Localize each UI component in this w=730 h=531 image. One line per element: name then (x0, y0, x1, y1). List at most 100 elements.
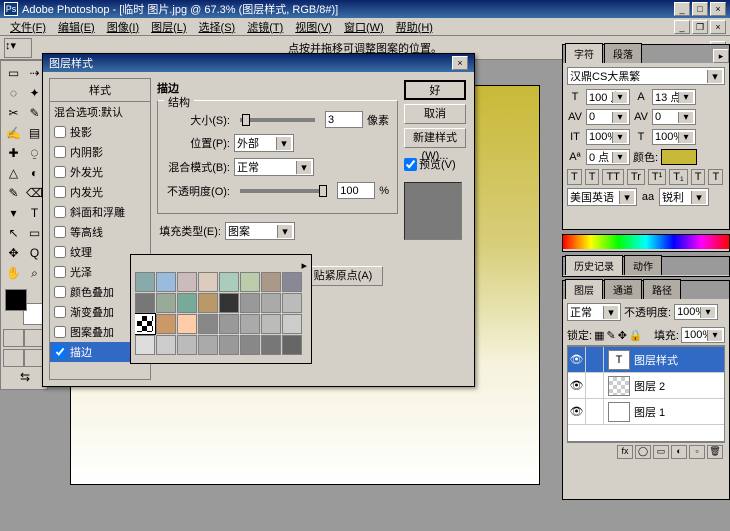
pattern-cell[interactable] (135, 314, 155, 334)
lock-pixels-icon[interactable]: ▦ (594, 329, 604, 342)
lock-move-icon[interactable]: ✥ (618, 329, 627, 342)
lock-all-icon[interactable]: 🔒 (629, 329, 643, 342)
dialog-close-button[interactable]: × (452, 56, 468, 70)
menu-window[interactable]: 窗口(W) (338, 19, 390, 35)
tab-paths[interactable]: 路径 (643, 279, 681, 299)
layer-opacity-input[interactable]: 100% (674, 304, 718, 320)
pattern-cell[interactable] (177, 314, 197, 334)
visibility-icon[interactable]: 👁 (568, 399, 586, 424)
pattern-cell[interactable] (156, 335, 176, 355)
delete-layer-button[interactable]: 🗑 (707, 445, 723, 459)
menu-filter[interactable]: 滤镜(T) (241, 19, 289, 35)
screenmode-1-button[interactable] (3, 349, 24, 367)
color-swatch[interactable] (3, 287, 47, 327)
snap-origin-button[interactable]: 贴紧原点(A) (303, 266, 383, 286)
pattern-menu-button[interactable]: ▸ (301, 260, 307, 272)
foreground-color[interactable] (5, 289, 27, 311)
layer-name[interactable]: 图层 2 (634, 378, 665, 394)
tool-button[interactable]: ▾ (3, 203, 24, 223)
pattern-cell[interactable] (261, 335, 281, 355)
hscale-input[interactable]: 100% (652, 129, 696, 145)
color-ramp-panel[interactable] (562, 234, 730, 252)
pattern-cell[interactable] (135, 335, 155, 355)
pattern-cell[interactable] (240, 335, 260, 355)
menu-file[interactable]: 文件(F) (4, 19, 52, 35)
pattern-cell[interactable] (282, 293, 302, 313)
jump-to-button[interactable]: ⇆ (3, 367, 47, 387)
pattern-cell[interactable] (219, 314, 239, 334)
pattern-cell[interactable] (177, 272, 197, 292)
antialias-combo[interactable]: 锐利 (659, 188, 709, 206)
superscript-button[interactable]: T¹ (648, 169, 666, 185)
ok-button[interactable]: 好 (404, 80, 466, 100)
style-item[interactable]: 外发光 (50, 162, 150, 182)
pattern-cell[interactable] (240, 293, 260, 313)
pattern-cell[interactable] (135, 293, 155, 313)
pattern-cell[interactable] (282, 272, 302, 292)
tab-history[interactable]: 历史记录 (565, 255, 623, 275)
doc-close-button[interactable]: × (710, 20, 726, 34)
font-family-combo[interactable]: 汉鼎CS大黑繁 (567, 67, 725, 85)
tab-layers[interactable]: 图层 (565, 279, 603, 299)
menu-image[interactable]: 图像(I) (101, 19, 145, 35)
tool-button[interactable]: ✚ (3, 143, 24, 163)
pattern-cell[interactable] (261, 272, 281, 292)
pattern-cell[interactable] (282, 314, 302, 334)
layer-thumb[interactable] (608, 402, 630, 422)
opacity-input[interactable] (337, 182, 375, 199)
tab-character[interactable]: 字符 (565, 43, 603, 63)
opacity-slider[interactable] (240, 189, 327, 193)
smallcaps-button[interactable]: Tr (627, 169, 645, 185)
mask-button[interactable]: ◯ (635, 445, 651, 459)
style-item[interactable]: 内发光 (50, 182, 150, 202)
tool-button[interactable]: ✍ (3, 123, 24, 143)
pattern-cell[interactable] (177, 335, 197, 355)
visibility-icon[interactable]: 👁 (568, 347, 586, 372)
menu-layer[interactable]: 图层(L) (145, 19, 192, 35)
lock-brush-icon[interactable]: ✎ (606, 329, 615, 342)
active-tool-indicator[interactable]: ↕▾ (4, 38, 32, 58)
subscript-button[interactable]: T₁ (669, 169, 687, 185)
tool-button[interactable]: ▭ (3, 63, 24, 83)
pattern-cell[interactable] (240, 272, 260, 292)
vscale-input[interactable]: 100% (586, 129, 630, 145)
tool-button[interactable]: ◌ (3, 83, 24, 103)
layer-thumb[interactable]: T (608, 350, 630, 370)
new-style-button[interactable]: 新建样式(W)... (404, 128, 466, 148)
tab-actions[interactable]: 动作 (624, 255, 662, 275)
size-slider[interactable] (240, 118, 315, 122)
style-item[interactable]: 等高线 (50, 222, 150, 242)
pattern-cell[interactable] (240, 314, 260, 334)
kerning-input[interactable]: 0 (586, 109, 630, 125)
pattern-cell[interactable] (156, 314, 176, 334)
pattern-cell[interactable] (177, 293, 197, 313)
italic-button[interactable]: T (585, 169, 600, 185)
menu-select[interactable]: 选择(S) (193, 19, 242, 35)
new-layer-button[interactable]: ▫ (689, 445, 705, 459)
tool-button[interactable]: ✎ (3, 183, 24, 203)
layer-name[interactable]: 图层样式 (634, 352, 678, 368)
menu-help[interactable]: 帮助(H) (390, 19, 439, 35)
menu-edit[interactable]: 编辑(E) (52, 19, 101, 35)
layer-blendmode-combo[interactable]: 正常 (567, 303, 621, 321)
fill-input[interactable]: 100% (681, 327, 725, 343)
tool-button[interactable]: ↖ (3, 223, 24, 243)
tab-paragraph[interactable]: 段落 (604, 43, 642, 63)
position-combo[interactable]: 外部 (234, 134, 294, 152)
style-item[interactable]: 内阴影 (50, 142, 150, 162)
tab-channels[interactable]: 通道 (604, 279, 642, 299)
baseline-input[interactable]: 0 点 (586, 149, 630, 165)
visibility-icon[interactable]: 👁 (568, 373, 586, 398)
language-combo[interactable]: 美国英语 (567, 188, 637, 206)
bold-button[interactable]: T (567, 169, 582, 185)
pattern-cell[interactable] (135, 272, 155, 292)
layer-name[interactable]: 图层 1 (634, 404, 665, 420)
pattern-cell[interactable] (198, 272, 218, 292)
blend-options-item[interactable]: 混合选项:默认 (50, 102, 150, 122)
layer-thumb[interactable] (608, 376, 630, 396)
minimize-button[interactable]: _ (674, 2, 690, 16)
pattern-cell[interactable] (198, 293, 218, 313)
leading-input[interactable]: 13 点 (652, 89, 696, 105)
adjust-button[interactable]: ◐ (671, 445, 687, 459)
blendmode-combo[interactable]: 正常 (234, 158, 314, 176)
